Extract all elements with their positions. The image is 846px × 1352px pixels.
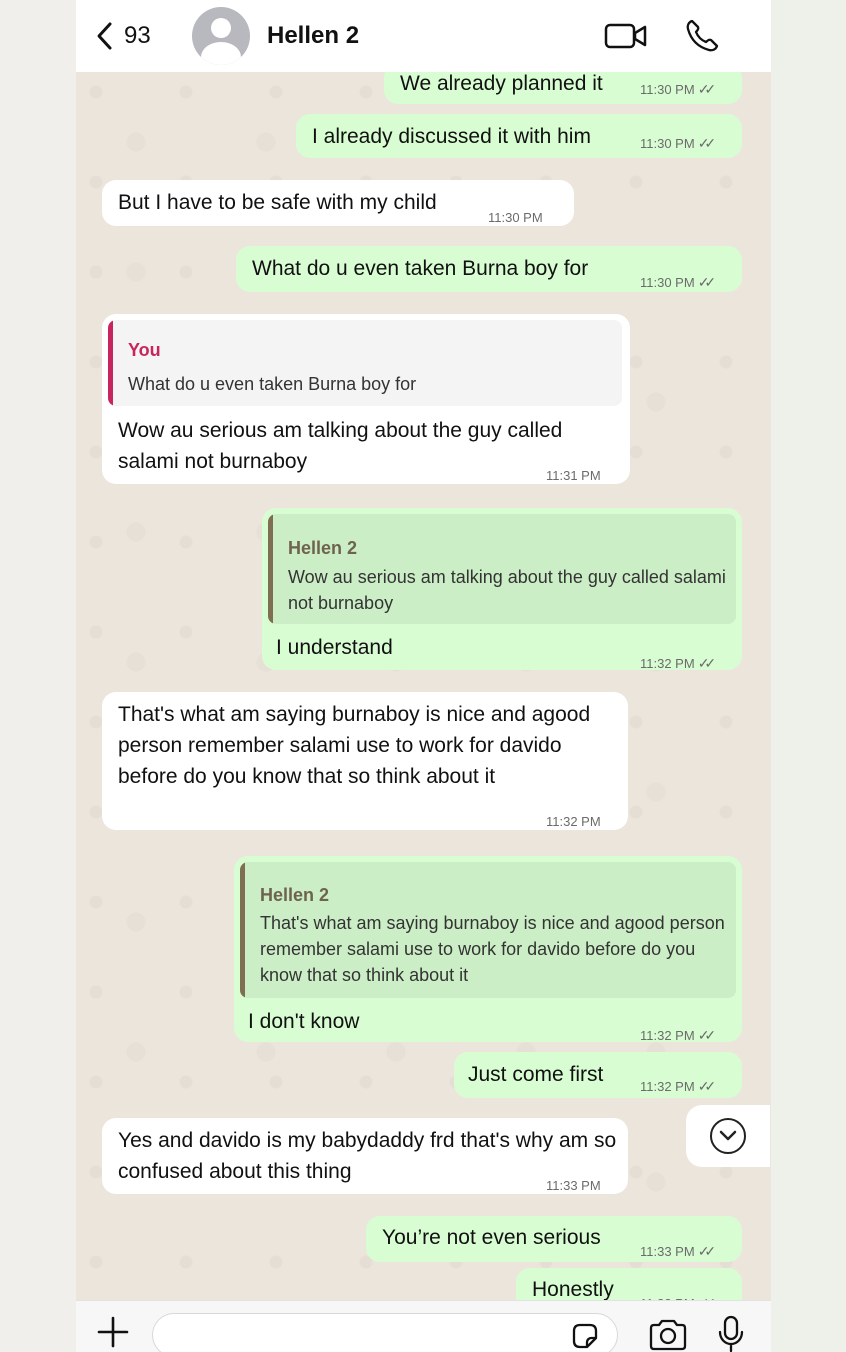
message-time: 11:32 PM ✓✓ [640, 648, 717, 679]
read-receipt-icon: ✓✓ [697, 274, 717, 290]
message-input-bar [76, 1300, 771, 1352]
chat-header: 93 Hellen 2 [76, 0, 771, 72]
message-bubble-outgoing[interactable]: What do u even taken Burna boy for 11:30… [236, 246, 742, 292]
message-bubble-incoming[interactable]: That's what am saying burnaboy is nice a… [102, 692, 628, 830]
plus-icon[interactable] [96, 1315, 130, 1349]
quote-text: That's what am saying burnaboy is nice a… [260, 913, 725, 985]
message-bubble-outgoing[interactable]: You’re not even serious 11:33 PM ✓✓ [366, 1216, 742, 1262]
message-text: That's what am saying burnaboy is nice a… [118, 703, 591, 788]
right-margin [771, 0, 846, 1352]
message-time: 11:32 PM ✓✓ [640, 1020, 717, 1051]
left-margin [0, 0, 76, 1352]
message-bubble-incoming[interactable]: Yes and davido is my babydaddy frd that'… [102, 1118, 628, 1194]
read-receipt-icon: ✓✓ [697, 81, 717, 97]
message-time: 11:33 PM✓✓ [640, 1236, 717, 1267]
quote-author: Hellen 2 [288, 538, 358, 558]
quote-author: You [128, 340, 161, 360]
message-list[interactable]: We already planned it 11:30 PM ✓✓ I alrea… [76, 64, 771, 1314]
read-receipt-icon: ✓✓ [697, 655, 717, 671]
message-bubble-incoming[interactable]: But I have to be safe with my child 11:3… [102, 180, 574, 226]
avatar[interactable] [192, 7, 250, 65]
unread-count: 93 [124, 22, 151, 49]
message-text: What do u even taken Burna boy for [252, 257, 589, 280]
read-receipt-icon: ✓✓ [697, 1027, 717, 1043]
message-text: You’re not even serious [382, 1226, 601, 1249]
chat-screen: 93 Hellen 2 We already planned it 11:30 … [76, 0, 771, 1352]
quote-text: Wow au serious am talking about the guy … [288, 567, 726, 613]
contact-name[interactable]: Hellen 2 [267, 22, 359, 50]
message-time: 11:33 PM [546, 1178, 601, 1193]
quote-bar [240, 862, 245, 998]
quote-bar [108, 320, 113, 406]
quote-author: Hellen 2 [260, 885, 330, 905]
message-text: But I have to be safe with my child [118, 191, 437, 214]
message-bubble-incoming[interactable]: You What do u even taken Burna boy for W… [102, 314, 630, 484]
message-time: 11:30 PM ✓✓ [640, 267, 717, 298]
message-time: 11:32 PM [546, 814, 601, 829]
message-time: 11:30 PM ✓✓ [640, 128, 717, 159]
quoted-message[interactable]: Hellen 2 Wow au serious am talking about… [268, 514, 736, 624]
sticker-icon[interactable] [570, 1321, 600, 1351]
quoted-message[interactable]: You What do u even taken Burna boy for [108, 320, 622, 406]
message-text: We already planned it [400, 72, 603, 95]
message-text: I don't know [248, 1010, 360, 1033]
message-bubble-outgoing[interactable]: Just come first 11:32 PM ✓✓ [454, 1052, 742, 1098]
chevron-left-icon [97, 22, 112, 50]
video-call-icon[interactable] [604, 20, 648, 52]
phone-icon[interactable] [684, 18, 720, 54]
message-time: 11:30 PM [488, 210, 543, 225]
scroll-to-bottom-button[interactable] [686, 1105, 770, 1167]
message-time: 11:31 PM [546, 468, 601, 483]
message-text: Wow au serious am talking about the guy … [118, 419, 563, 473]
message-bubble-outgoing[interactable]: Hellen 2 That's what am saying burnaboy … [234, 856, 742, 1043]
message-time: 11:30 PM ✓✓ [640, 74, 717, 105]
message-input[interactable] [152, 1313, 618, 1352]
message-bubble-outgoing[interactable]: Hellen 2 Wow au serious am talking about… [262, 508, 742, 671]
message-text: Just come first [468, 1063, 604, 1086]
message-time: 11:32 PM ✓✓ [640, 1071, 717, 1102]
microphone-icon[interactable] [718, 1315, 744, 1352]
quoted-message[interactable]: Hellen 2 That's what am saying burnaboy … [240, 862, 736, 998]
read-receipt-icon: ✓✓ [697, 1243, 717, 1259]
message-text: Yes and davido is my babydaddy frd that'… [118, 1129, 617, 1183]
read-receipt-icon: ✓✓ [697, 135, 717, 151]
message-text: I understand [276, 636, 393, 659]
chevron-down-icon [710, 1118, 746, 1154]
back-button[interactable]: 93 [94, 18, 151, 54]
camera-icon[interactable] [648, 1319, 688, 1351]
read-receipt-icon: ✓✓ [697, 1078, 717, 1094]
quote-text: What do u even taken Burna boy for [128, 374, 417, 394]
message-bubble-outgoing[interactable]: I already discussed it with him 11:30 PM… [296, 114, 742, 158]
quote-bar [268, 514, 273, 624]
message-text: I already discussed it with him [312, 125, 591, 148]
